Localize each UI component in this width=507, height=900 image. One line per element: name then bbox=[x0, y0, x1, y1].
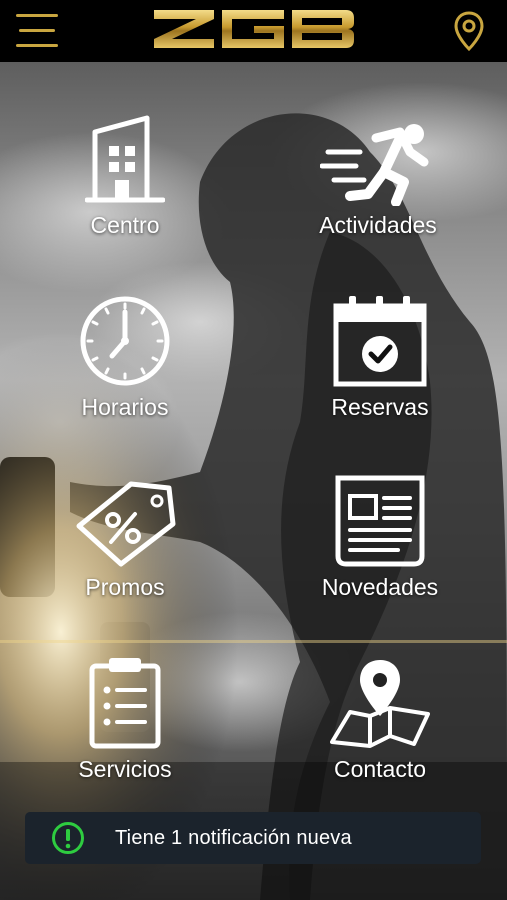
alert-circle-icon bbox=[52, 822, 84, 854]
clipboard-list-icon bbox=[89, 658, 161, 749]
top-bar bbox=[0, 0, 507, 62]
menu-item-contacto[interactable]: Contacto bbox=[290, 656, 470, 783]
hamburger-icon-line bbox=[19, 29, 55, 32]
running-person-icon bbox=[320, 124, 429, 206]
hamburger-menu-button[interactable] bbox=[16, 12, 62, 50]
menu-item-label: Promos bbox=[85, 574, 165, 600]
map-pin-icon[interactable] bbox=[452, 10, 486, 52]
notification-text: Tiene 1 notificación nueva bbox=[115, 827, 352, 849]
calendar-check-icon bbox=[333, 296, 427, 387]
hamburger-icon bbox=[16, 14, 58, 17]
newspaper-icon bbox=[335, 475, 425, 567]
menu-item-label: Horarios bbox=[81, 394, 169, 420]
hero-background: Centro Actividades Horarios Reservas Pro… bbox=[0, 62, 507, 900]
menu-item-label: Novedades bbox=[321, 574, 439, 600]
menu-item-novedades[interactable]: Novedades bbox=[290, 474, 470, 601]
brand-logo[interactable] bbox=[150, 6, 358, 52]
menu-item-label: Servicios bbox=[78, 756, 172, 782]
clock-icon bbox=[80, 296, 170, 386]
menu-item-actividades[interactable]: Actividades bbox=[288, 112, 468, 239]
building-icon bbox=[85, 115, 165, 203]
menu-item-label: Contacto bbox=[333, 756, 427, 782]
menu-item-label: Centro bbox=[90, 212, 160, 238]
menu-item-horarios[interactable]: Horarios bbox=[35, 294, 215, 421]
menu-item-label: Actividades bbox=[319, 212, 437, 238]
menu-item-servicios[interactable]: Servicios bbox=[35, 656, 215, 783]
map-location-icon bbox=[330, 660, 430, 748]
menu-item-reservas[interactable]: Reservas bbox=[290, 294, 470, 421]
hamburger-icon-line bbox=[16, 44, 58, 47]
menu-item-centro[interactable]: Centro bbox=[35, 112, 215, 239]
menu-item-label: Reservas bbox=[331, 394, 429, 420]
discount-tag-icon bbox=[76, 481, 176, 567]
notification-banner[interactable]: Tiene 1 notificación nueva bbox=[25, 812, 481, 864]
menu-item-promos[interactable]: Promos bbox=[35, 474, 215, 601]
